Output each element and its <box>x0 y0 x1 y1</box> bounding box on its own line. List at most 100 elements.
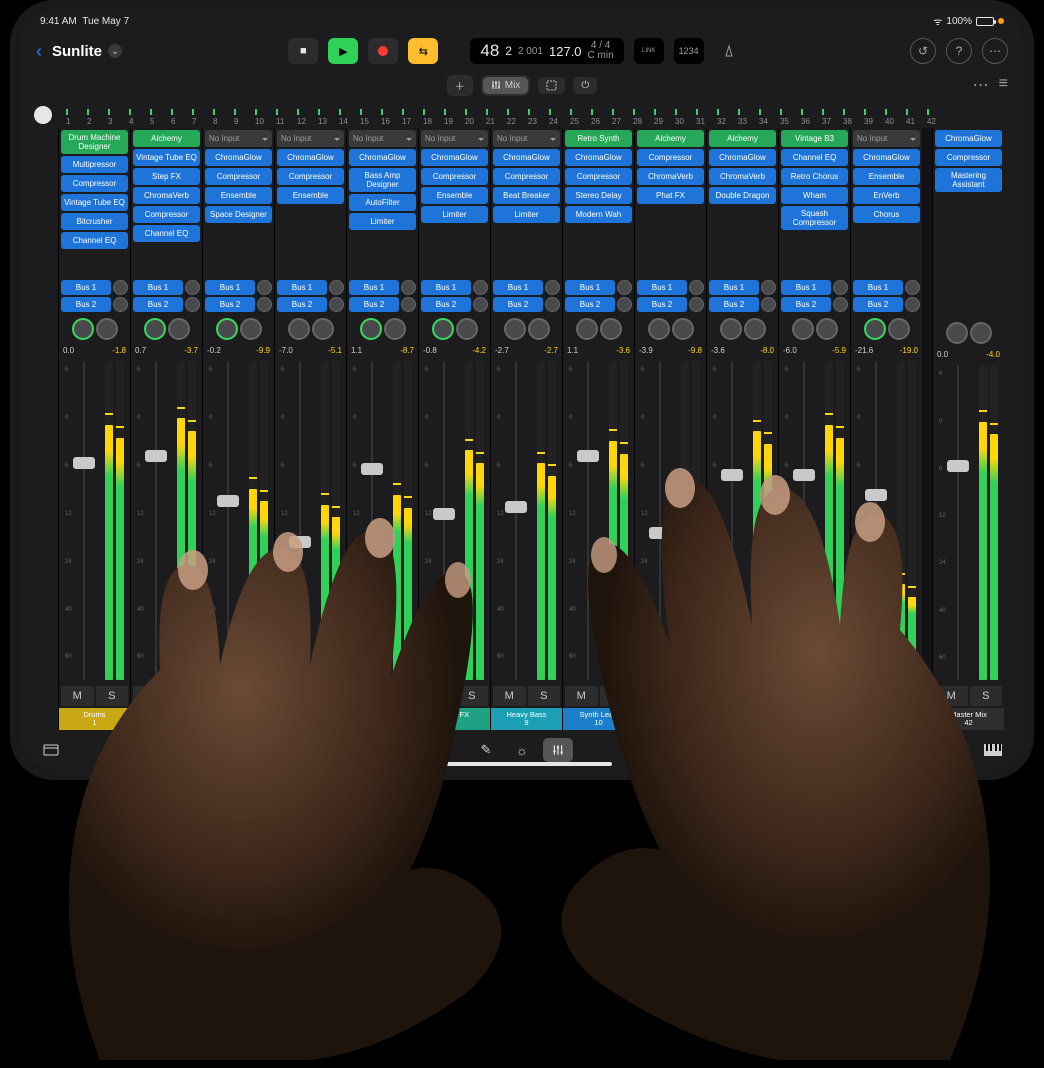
fx-slot[interactable]: Ensemble <box>205 187 272 204</box>
solo-button[interactable]: S <box>970 686 1003 706</box>
help-button[interactable]: ? <box>946 38 972 64</box>
send-knob[interactable] <box>329 280 344 295</box>
send-slot[interactable]: Bus 2 <box>565 297 615 312</box>
pan-knob[interactable] <box>792 318 814 340</box>
fader[interactable]: 60612244060 <box>497 361 534 680</box>
fx-slot[interactable]: Phat FX <box>637 187 704 204</box>
mute-button[interactable]: M <box>421 686 454 706</box>
fx-slot[interactable]: ChromaVerb <box>637 168 704 185</box>
solo-button[interactable]: S <box>816 686 849 706</box>
fader[interactable]: 60612244060 <box>65 361 102 680</box>
add-track-button[interactable]: ＋ <box>447 75 473 96</box>
send-slot[interactable]: Bus 2 <box>637 297 687 312</box>
fader[interactable]: 60612244060 <box>939 365 976 680</box>
instrument-slot[interactable]: No Input <box>277 130 344 147</box>
mute-button[interactable]: M <box>709 686 742 706</box>
library-button[interactable] <box>36 738 66 762</box>
balance-knob[interactable] <box>744 318 766 340</box>
fx-slot[interactable]: Stereo Delay <box>565 187 632 204</box>
send-slot[interactable]: Bus 1 <box>565 280 615 295</box>
send-knob[interactable] <box>617 280 632 295</box>
mute-button[interactable]: M <box>493 686 526 706</box>
pan-knob[interactable] <box>216 318 238 340</box>
project-menu[interactable]: Sunlite ⌄ <box>52 43 122 60</box>
lcd-display[interactable]: 48 2 2 001 127.0 4 / 4C min <box>470 38 623 64</box>
overflow-icon[interactable]: ⋯ <box>973 75 989 95</box>
send-knob[interactable] <box>329 297 344 312</box>
fader[interactable]: 60612244060 <box>281 361 318 680</box>
mute-button[interactable]: M <box>565 686 598 706</box>
selection-button[interactable] <box>538 77 565 94</box>
fx-slot[interactable]: Space Designer <box>205 206 272 223</box>
countin-button[interactable]: 1234 <box>674 38 704 64</box>
send-slot[interactable]: Bus 1 <box>853 280 903 295</box>
send-knob[interactable] <box>185 280 200 295</box>
solo-button[interactable]: S <box>168 686 201 706</box>
send-slot[interactable]: Bus 1 <box>421 280 471 295</box>
balance-knob[interactable] <box>816 318 838 340</box>
pan-knob[interactable] <box>360 318 382 340</box>
fx-slot[interactable]: Modern Wah <box>565 206 632 223</box>
solo-button[interactable]: S <box>672 686 705 706</box>
instrument-slot[interactable]: No Input <box>493 130 560 147</box>
track-name-label[interactable]: Synth <box>707 708 778 730</box>
solo-button[interactable]: S <box>888 686 921 706</box>
pan-knob[interactable] <box>648 318 670 340</box>
fx-slot[interactable]: ChromaGlow <box>205 149 272 166</box>
fx-slot[interactable]: EnVerb <box>853 187 920 204</box>
solo-button[interactable]: S <box>312 686 345 706</box>
pan-knob[interactable] <box>288 318 310 340</box>
pan-knob[interactable] <box>72 318 94 340</box>
fx-slot[interactable]: Compressor <box>637 149 704 166</box>
fx-slot[interactable]: ChromaGlow <box>421 149 488 166</box>
track-name-label[interactable]: Rising Lead3 <box>131 708 202 730</box>
timeline-ruler[interactable]: 1234567891011121314151617181920212223242… <box>20 100 1024 128</box>
send-slot[interactable]: Bus 1 <box>637 280 687 295</box>
fx-slot[interactable]: Compressor <box>277 168 344 185</box>
track-name-label[interactable] <box>275 708 346 730</box>
fx-slot[interactable]: Ensemble <box>421 187 488 204</box>
instrument-slot[interactable]: Alchemy <box>133 130 200 147</box>
more-button[interactable]: ⋯ <box>982 38 1008 64</box>
stop-button[interactable]: ■ <box>288 38 318 64</box>
send-knob[interactable] <box>257 280 272 295</box>
mute-button[interactable]: M <box>205 686 238 706</box>
balance-knob[interactable] <box>528 318 550 340</box>
send-knob[interactable] <box>185 297 200 312</box>
balance-knob[interactable] <box>96 318 118 340</box>
solo-button[interactable]: S <box>384 686 417 706</box>
send-knob[interactable] <box>113 280 128 295</box>
back-button[interactable]: ‹ <box>36 41 42 62</box>
pan-knob[interactable] <box>144 318 166 340</box>
balance-knob[interactable] <box>672 318 694 340</box>
fx-slot[interactable]: Vintage Tube EQ <box>61 194 128 211</box>
cycle-button[interactable]: ⇆ <box>408 38 438 64</box>
fx-slot[interactable]: Compressor <box>133 206 200 223</box>
brightness-button[interactable]: ☼ <box>507 738 537 762</box>
pan-knob[interactable] <box>720 318 742 340</box>
send-knob[interactable] <box>761 280 776 295</box>
send-knob[interactable] <box>473 297 488 312</box>
fx-slot[interactable]: ChromaGlow <box>565 149 632 166</box>
mute-button[interactable]: M <box>61 686 94 706</box>
send-slot[interactable]: Bus 1 <box>277 280 327 295</box>
list-icon[interactable]: ≡ <box>999 75 1008 95</box>
fx-slot[interactable]: ChromaGlow <box>349 149 416 166</box>
fx-slot[interactable]: Bitcrusher <box>61 213 128 230</box>
instrument-slot[interactable]: Alchemy <box>637 130 704 147</box>
fx-slot[interactable]: Compressor <box>493 168 560 185</box>
balance-knob[interactable] <box>168 318 190 340</box>
fx-slot[interactable]: ChromaGlow <box>853 149 920 166</box>
fader[interactable]: 60612244060 <box>209 361 246 680</box>
send-knob[interactable] <box>689 280 704 295</box>
send-knob[interactable] <box>113 297 128 312</box>
fx-slot[interactable]: Limiter <box>493 206 560 223</box>
send-knob[interactable] <box>545 280 560 295</box>
balance-knob[interactable] <box>600 318 622 340</box>
fx-slot[interactable]: Retro Chorus <box>781 168 848 185</box>
track-name-label[interactable]: Quartet <box>851 708 922 730</box>
record-button[interactable] <box>368 38 398 64</box>
send-slot[interactable]: Bus 2 <box>277 297 327 312</box>
send-slot[interactable]: Bus 1 <box>349 280 399 295</box>
fx-slot[interactable]: Chorus <box>853 206 920 223</box>
